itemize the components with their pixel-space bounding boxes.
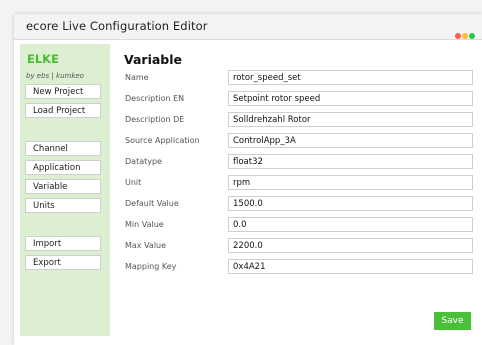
- field-label-unit: Unit: [125, 178, 142, 187]
- title-bar: ecore Live Configuration Editor: [14, 14, 482, 40]
- max-value-field[interactable]: 2200.0: [228, 238, 473, 253]
- sidebar-item-variable[interactable]: Variable: [25, 179, 101, 194]
- min-value-field[interactable]: 0.0: [228, 217, 473, 232]
- app-subtitle: by ebs | kumkeo: [26, 72, 84, 80]
- datatype-field[interactable]: float32: [228, 154, 473, 169]
- save-button[interactable]: Save: [434, 312, 471, 330]
- field-label-max-value: Max Value: [125, 241, 167, 250]
- minimize-window-icon[interactable]: [462, 33, 468, 39]
- field-label-description-de: Description DE: [125, 115, 185, 124]
- unit-field[interactable]: rpm: [228, 175, 473, 190]
- field-label-datatype: Datatype: [125, 157, 162, 166]
- sidebar: ELKE by ebs | kumkeo New Project Load Pr…: [20, 44, 110, 336]
- sidebar-item-units[interactable]: Units: [25, 198, 101, 213]
- field-label-name: Name: [125, 73, 149, 82]
- sidebar-item-channel[interactable]: Channel: [25, 141, 101, 156]
- close-window-icon[interactable]: [455, 33, 461, 39]
- page-title: Variable: [124, 52, 183, 67]
- window-title: ecore Live Configuration Editor: [26, 19, 208, 33]
- export-button[interactable]: Export: [25, 255, 101, 270]
- description-de-field[interactable]: Solldrehzahl Rotor: [228, 112, 473, 127]
- field-label-default-value: Default Value: [125, 199, 179, 208]
- description-en-field[interactable]: Setpoint rotor speed: [228, 91, 473, 106]
- field-label-mapping-key: Mapping Key: [125, 262, 177, 271]
- default-value-field[interactable]: 1500.0: [228, 196, 473, 211]
- field-label-source-application: Source Application: [125, 136, 200, 145]
- field-label-min-value: Min Value: [125, 220, 164, 229]
- app-logo-title: ELKE: [27, 52, 59, 66]
- source-application-field[interactable]: ControlApp_3A: [228, 133, 473, 148]
- name-field[interactable]: rotor_speed_set: [228, 70, 473, 85]
- sidebar-item-application[interactable]: Application: [25, 160, 101, 175]
- new-project-button[interactable]: New Project: [25, 84, 101, 99]
- load-project-button[interactable]: Load Project: [25, 103, 101, 118]
- import-button[interactable]: Import: [25, 236, 101, 251]
- app-window: ecore Live Configuration Editor ELKE by …: [14, 14, 482, 345]
- mapping-key-field[interactable]: 0x4A21: [228, 259, 473, 274]
- maximize-window-icon[interactable]: [469, 33, 475, 39]
- field-label-description-en: Description EN: [125, 94, 185, 103]
- window-controls: [454, 24, 475, 43]
